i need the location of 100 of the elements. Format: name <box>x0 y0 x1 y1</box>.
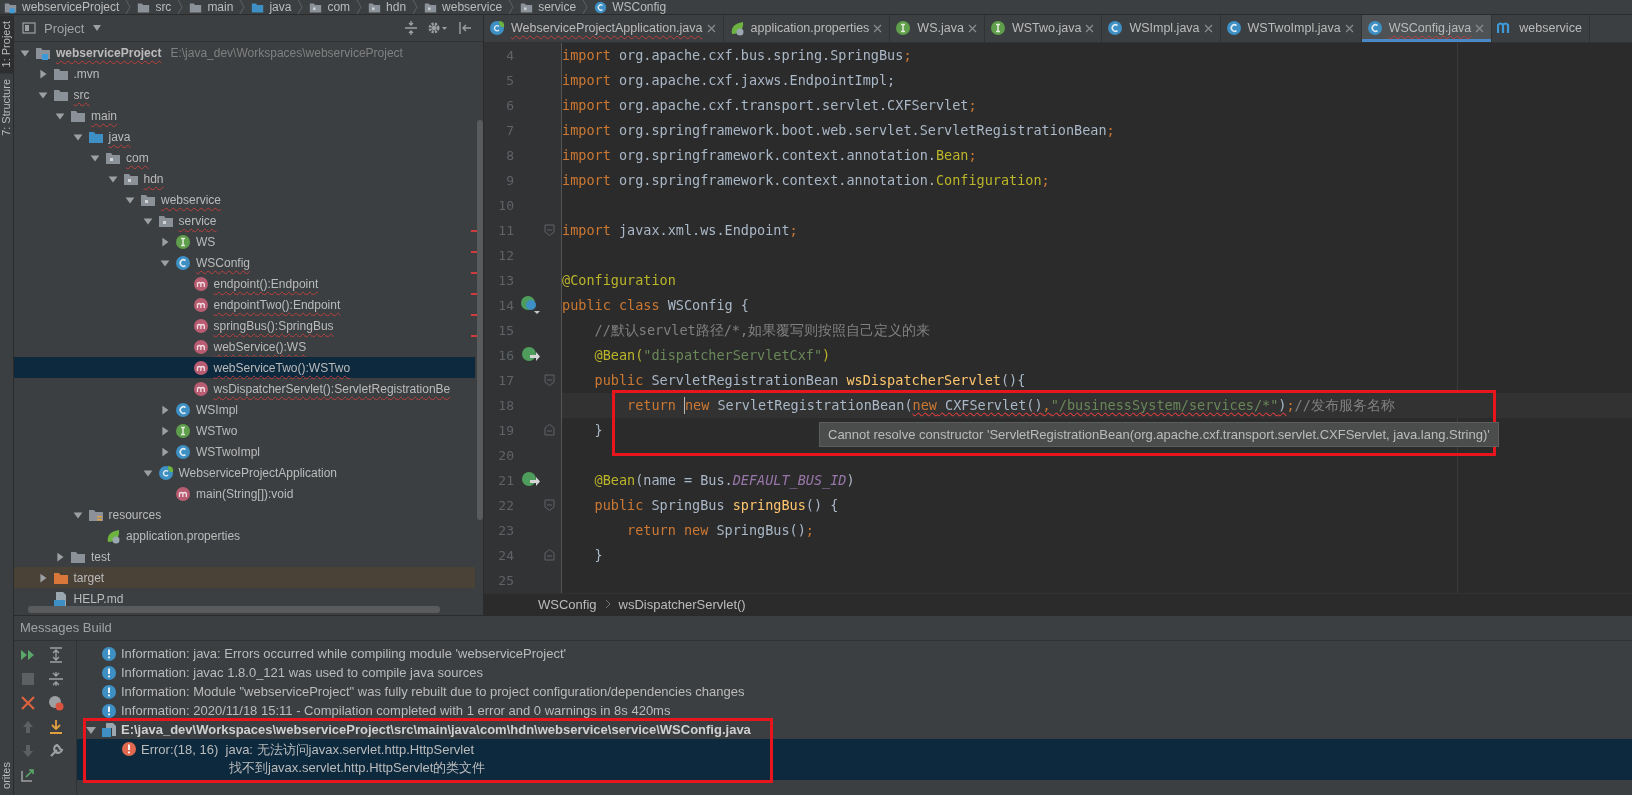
folder-icon <box>137 0 151 14</box>
breadcrumb-item[interactable]: main <box>189 0 234 14</box>
tree-item[interactable]: endpoint():Endpoint <box>14 273 475 294</box>
tree-item[interactable]: hdn <box>14 168 475 189</box>
tool-window-tab[interactable]: 7: Structure <box>0 73 13 143</box>
message-row[interactable]: Information: javac 1.8.0_121 was used to compile java sources <box>77 663 1632 682</box>
bean-icon[interactable] <box>520 295 542 316</box>
breadcrumb-item[interactable]: WSConfig <box>538 596 597 612</box>
code-line: import org.springframework.context.annotation.Configuration; <box>562 170 1050 190</box>
download-icon[interactable] <box>48 719 64 735</box>
info-icon <box>101 645 117 662</box>
tree-item[interactable]: resources <box>14 504 475 525</box>
scrollbar-thumb[interactable] <box>28 606 440 613</box>
breadcrumb-item[interactable]: webserviceProject <box>4 0 120 14</box>
code-line: public ServletRegistrationBean wsDispatcherServlet(){ <box>593 370 1026 390</box>
tree-item[interactable]: main <box>14 105 475 126</box>
tree-item[interactable]: target <box>14 567 475 588</box>
editor-tab[interactable]: WSTwo.java <box>984 15 1103 42</box>
message-row[interactable]: Information: java: Errors occurred while compiling module 'webserviceProject' <box>77 644 1632 663</box>
editor-tab[interactable]: WSTwoImpl.java <box>1220 15 1362 42</box>
message-row[interactable]: Information: 2020/11/18 15:11 - Compilation completed with 1 error and 0 warnings in 8s 420ms <box>77 701 1632 720</box>
code-line: @Bean(name = Bus.DEFAULT_BUS_ID) <box>593 470 855 491</box>
close-icon[interactable] <box>1344 23 1354 33</box>
collapse-all-icon[interactable] <box>48 671 64 687</box>
export-icon[interactable] <box>20 767 36 783</box>
filter-icon[interactable] <box>48 695 64 711</box>
fold-icon[interactable] <box>544 224 555 237</box>
tree-item[interactable]: service <box>14 210 475 231</box>
editor-tab[interactable]: WS.java <box>890 15 985 42</box>
panel-title[interactable]: Project <box>44 20 85 36</box>
breadcrumb-item[interactable]: webservice <box>424 0 503 14</box>
editor-tab[interactable]: WebserviceProjectApplication.java <box>484 15 724 42</box>
caret-icon[interactable] <box>92 24 103 32</box>
tree-item[interactable]: WSTwo <box>14 420 475 441</box>
close-icon[interactable] <box>706 23 716 33</box>
tool-window-tab[interactable]: orites <box>0 756 13 795</box>
tree-item[interactable]: test <box>14 546 475 567</box>
close-icon[interactable] <box>873 23 883 33</box>
tree-item[interactable]: endpointTwo():Endpoint <box>14 294 475 315</box>
tree-item[interactable]: src <box>14 84 475 105</box>
rerun-icon[interactable] <box>20 647 36 663</box>
fold-icon[interactable] <box>544 549 555 562</box>
settings-icon[interactable] <box>427 20 449 36</box>
tree-item[interactable]: WSTwoImpl <box>14 441 475 462</box>
chevron-icon <box>508 0 515 14</box>
breadcrumb-item[interactable]: java <box>251 0 292 14</box>
editor-tab[interactable]: WSConfig.java <box>1361 15 1493 42</box>
method-icon <box>192 359 209 376</box>
tree-item[interactable]: WSImpl <box>14 399 475 420</box>
chevron-icon <box>412 0 419 14</box>
folder-icon <box>189 0 203 14</box>
tree-item[interactable]: WSConfig <box>14 252 475 273</box>
close-icon[interactable] <box>1203 23 1213 33</box>
tree-item[interactable]: HELP.md <box>14 588 475 609</box>
tree-item[interactable]: WS <box>14 231 475 252</box>
down-arrow-icon[interactable] <box>20 743 36 759</box>
spring-leaf-icon <box>105 527 121 544</box>
fold-icon[interactable] <box>544 499 555 512</box>
tree-item[interactable]: application.properties <box>14 525 475 546</box>
tree-item[interactable]: WebserviceProjectApplication <box>14 462 475 483</box>
fold-icon[interactable] <box>544 424 555 437</box>
tree-item[interactable]: webservice <box>14 189 475 210</box>
tree-item[interactable]: wsDispatcherServlet():ServletRegistrationBe <box>14 378 475 399</box>
tree-item[interactable]: java <box>14 126 475 147</box>
breadcrumb-item[interactable]: WSConfig <box>594 0 667 14</box>
tool-window-tab[interactable]: 1: Project <box>0 15 13 74</box>
tree-item[interactable]: main(String[]):void <box>14 483 475 504</box>
close-icon[interactable] <box>967 23 977 33</box>
editor-tab[interactable]: webservice <box>1492 15 1590 42</box>
close-icon[interactable] <box>1085 23 1095 33</box>
expand-all-icon[interactable] <box>48 647 64 663</box>
breadcrumb-item[interactable]: hdn <box>368 0 407 14</box>
breadcrumb-item[interactable]: wsDispatcherServlet() <box>618 596 746 612</box>
class-icon <box>1225 20 1242 37</box>
tree-item[interactable]: webServiceTwo():WSTwo <box>14 357 475 378</box>
editor-tab[interactable]: application.properties <box>723 15 891 42</box>
tree-item[interactable]: webService():WS <box>14 336 475 357</box>
code-line: return new SpringBus(); <box>626 520 814 540</box>
hide-panel-icon[interactable] <box>457 20 473 36</box>
tree-item[interactable]: com <box>14 147 475 168</box>
method-icon <box>192 275 209 292</box>
up-arrow-icon[interactable] <box>20 719 36 735</box>
file-row[interactable]: E:\java_dev\Workspaces\webserviceProject\src\main\java\com\hdn\webservice\service\WSConfig.java <box>77 720 1632 739</box>
error-message[interactable]: Error:(18, 16) java: 无法访问javax.servlet.http.HttpServlet 找不到javax.servlet.http.HttpServlet的类文件 <box>77 739 1632 780</box>
tree-item[interactable]: webserviceProject E:\java_dev\Workspaces\webserviceProject <box>14 42 475 63</box>
stop-icon[interactable] <box>20 671 36 687</box>
breadcrumb-item[interactable]: service <box>520 0 577 14</box>
tree-item[interactable]: .mvn <box>14 63 475 84</box>
close-icon[interactable] <box>20 695 36 711</box>
message-row[interactable]: Information: Module "webserviceProject" was fully rebuilt due to project configuration/dependencies changes <box>77 682 1632 701</box>
breadcrumb-item[interactable]: src <box>137 0 172 14</box>
close-icon[interactable] <box>1475 23 1485 33</box>
breadcrumb-item[interactable]: com <box>309 0 351 14</box>
wrench-icon[interactable] <box>48 743 64 759</box>
collapse-all-icon[interactable] <box>403 20 419 36</box>
code-line: import org.apache.cxf.bus.spring.SpringBus; <box>562 45 912 65</box>
editor-tab[interactable]: WSImpl.java <box>1102 15 1221 42</box>
tree-item[interactable]: springBus():SpringBus <box>14 315 475 336</box>
fold-icon[interactable] <box>544 374 555 387</box>
scrollbar-thumb[interactable] <box>477 120 483 520</box>
